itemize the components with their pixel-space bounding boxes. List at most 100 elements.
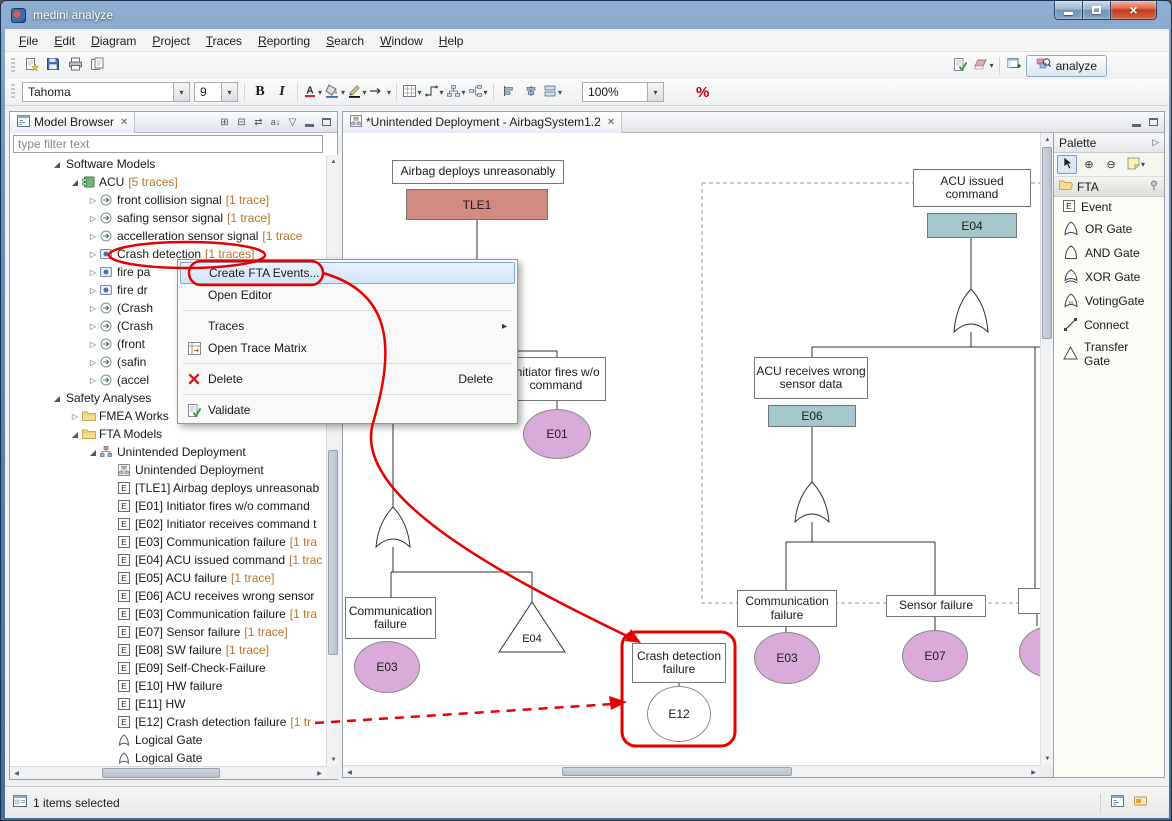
menu-traces[interactable]: Traces (198, 32, 250, 50)
chevron-down-icon[interactable]: ▾ (647, 83, 663, 101)
palette-drawer-fta[interactable]: FTA (1054, 177, 1164, 197)
bold-button[interactable]: B (249, 81, 271, 103)
view-menu-icon[interactable]: ▽ (285, 115, 300, 130)
transfer-gate-label[interactable]: E04 (515, 633, 549, 645)
tree-item[interactable]: ▷accelleration sensor signal[1 trace (10, 227, 326, 245)
fta-event-label[interactable]: E06 (768, 405, 856, 427)
or-gate[interactable] (376, 507, 410, 547)
tree-collapsed-arrow-icon[interactable]: ▷ (86, 286, 100, 295)
tree-item[interactable]: E[E12] Crash detection failure[1 tr (10, 713, 326, 731)
context-menu-item-delete[interactable]: DeleteDelete (180, 368, 515, 390)
context-menu-item-open-trace-matrix[interactable]: Open Trace Matrix (180, 337, 515, 359)
or-gate[interactable] (795, 482, 829, 522)
tree-item[interactable]: ◢Software Models (10, 155, 326, 173)
menu-edit[interactable]: Edit (46, 32, 83, 50)
context-menu-item-validate[interactable]: Validate (180, 399, 515, 421)
toolbar-grip[interactable] (11, 58, 15, 74)
analyze-perspective-button[interactable]: analyze (1026, 55, 1107, 77)
zoom-combo[interactable]: 100%▾ (582, 82, 664, 102)
tree-item[interactable]: E[E03] Communication failure[1 tra (10, 605, 326, 623)
tree-item[interactable]: E[E10] HW failure (10, 677, 326, 695)
fast-view-icon[interactable] (1111, 795, 1124, 810)
tree-collapsed-arrow-icon[interactable]: ▷ (86, 214, 100, 223)
grid-button[interactable] (401, 81, 423, 103)
fta-node[interactable]: Crash detection failure (632, 643, 726, 683)
maximize-view-icon[interactable] (319, 115, 334, 130)
new-wizard-button[interactable] (20, 55, 42, 77)
link-with-editor-icon[interactable]: ⇄ (251, 115, 266, 130)
tree-item[interactable]: Unintended Deployment (10, 461, 326, 479)
italic-button[interactable]: I (271, 81, 293, 103)
chevron-down-icon[interactable]: ▾ (221, 83, 237, 101)
close-editor-icon[interactable]: × (608, 116, 614, 128)
percent-format-button[interactable]: % (696, 84, 709, 101)
tree-collapsed-arrow-icon[interactable]: ▷ (86, 268, 100, 277)
tree-expanded-arrow-icon[interactable]: ◢ (86, 448, 100, 457)
tree-item[interactable]: E[E05] ACU failure[1 trace] (10, 569, 326, 587)
filter-input[interactable] (13, 135, 323, 153)
palette-item-or-gate[interactable]: OR Gate (1054, 218, 1164, 242)
sort-icon[interactable]: a↓ (268, 115, 283, 130)
tree-item[interactable]: E[E07] Sensor failure[1 trace] (10, 623, 326, 641)
background-tasks-icon[interactable] (1134, 795, 1147, 810)
tree-collapsed-arrow-icon[interactable]: ▷ (86, 322, 100, 331)
print-button[interactable] (64, 55, 86, 77)
zoom-out-tool[interactable]: ⊖ (1101, 155, 1121, 174)
fta-node[interactable]: Communication failure (737, 590, 837, 627)
tree-item[interactable]: ▷safing sensor signal[1 trace] (10, 209, 326, 227)
fta-basic-event[interactable]: E01 (523, 409, 591, 459)
or-gate[interactable] (954, 289, 988, 332)
fta-node[interactable]: ACU issued command (913, 169, 1031, 207)
collapse-all-icon[interactable]: ⊟ (234, 115, 249, 130)
tree-layout-button[interactable] (467, 81, 489, 103)
fta-node[interactable]: Communication failure (345, 597, 436, 639)
maximize-button[interactable] (1083, 1, 1111, 20)
select-tool[interactable] (1057, 155, 1077, 174)
toolbar-grip[interactable] (11, 84, 15, 100)
tree-collapsed-arrow-icon[interactable]: ▷ (68, 412, 82, 421)
tree-expanded-arrow-icon[interactable]: ◢ (68, 178, 82, 187)
tree-item[interactable]: E[E02] Initiator receives command t (10, 515, 326, 533)
fta-node[interactable]: Initiator fires w/o command (506, 357, 606, 401)
menu-diagram[interactable]: Diagram (83, 32, 144, 50)
tree-item[interactable]: Logical Gate (10, 749, 326, 766)
editor-vertical-scrollbar[interactable]: ▲▼ (1040, 133, 1053, 765)
palette-item-connect[interactable]: Connect (1054, 314, 1164, 338)
fta-node[interactable]: ACU receives wrong sensor data (754, 357, 868, 399)
align-center-button[interactable] (520, 81, 542, 103)
palette-item-xor-gate[interactable]: XOR Gate (1054, 266, 1164, 290)
chevron-down-icon[interactable]: ▾ (173, 83, 189, 101)
tree-horizontal-scrollbar[interactable]: ◀▶ (10, 766, 326, 779)
context-menu-item-traces[interactable]: Traces▸ (180, 315, 515, 337)
tree-item[interactable]: E[E01] Initiator fires w/o command (10, 497, 326, 515)
tree-item[interactable]: E[E06] ACU receives wrong sensor (10, 587, 326, 605)
tab-model-browser[interactable]: Model Browser × (10, 112, 135, 133)
title-bar[interactable]: medini analyze × (5, 1, 1169, 29)
tree-expanded-arrow-icon[interactable]: ◢ (50, 394, 64, 403)
fta-node[interactable]: Airbag deploys unreasonably (392, 160, 564, 184)
font-color-button[interactable]: A (302, 81, 324, 103)
scrollbar-thumb[interactable] (102, 768, 220, 778)
open-perspective-button[interactable] (1004, 55, 1026, 77)
palette-collapse-icon[interactable]: ▷ (1152, 137, 1159, 148)
menu-help[interactable]: Help (431, 32, 472, 50)
tree-item[interactable]: E[E03] Communication failure[1 tra (10, 533, 326, 551)
minimize-view-icon[interactable] (302, 115, 317, 130)
tree-collapsed-arrow-icon[interactable]: ▷ (86, 304, 100, 313)
menu-project[interactable]: Project (144, 32, 197, 50)
menu-window[interactable]: Window (372, 32, 431, 50)
tree-item[interactable]: E[E09] Self-Check-Failure (10, 659, 326, 677)
palette-item-and-gate[interactable]: AND Gate (1054, 242, 1164, 266)
expand-all-icon[interactable]: ⊞ (217, 115, 232, 130)
palette-item-votinggate[interactable]: mVotingGate (1054, 290, 1164, 314)
close-view-icon[interactable]: × (121, 116, 127, 128)
tree-item[interactable]: E[E08] SW failure[1 trace] (10, 641, 326, 659)
scrollbar-thumb[interactable] (562, 767, 792, 776)
tree-expanded-arrow-icon[interactable]: ◢ (50, 160, 64, 169)
tree-collapsed-arrow-icon[interactable]: ▷ (86, 358, 100, 367)
fta-basic-event[interactable]: E03 (354, 641, 420, 693)
export-button[interactable] (86, 55, 108, 77)
tree-collapsed-arrow-icon[interactable]: ▷ (86, 376, 100, 385)
scrollbar-thumb[interactable] (1042, 147, 1052, 339)
context-menu-item-open-editor[interactable]: Open Editor (180, 284, 515, 306)
